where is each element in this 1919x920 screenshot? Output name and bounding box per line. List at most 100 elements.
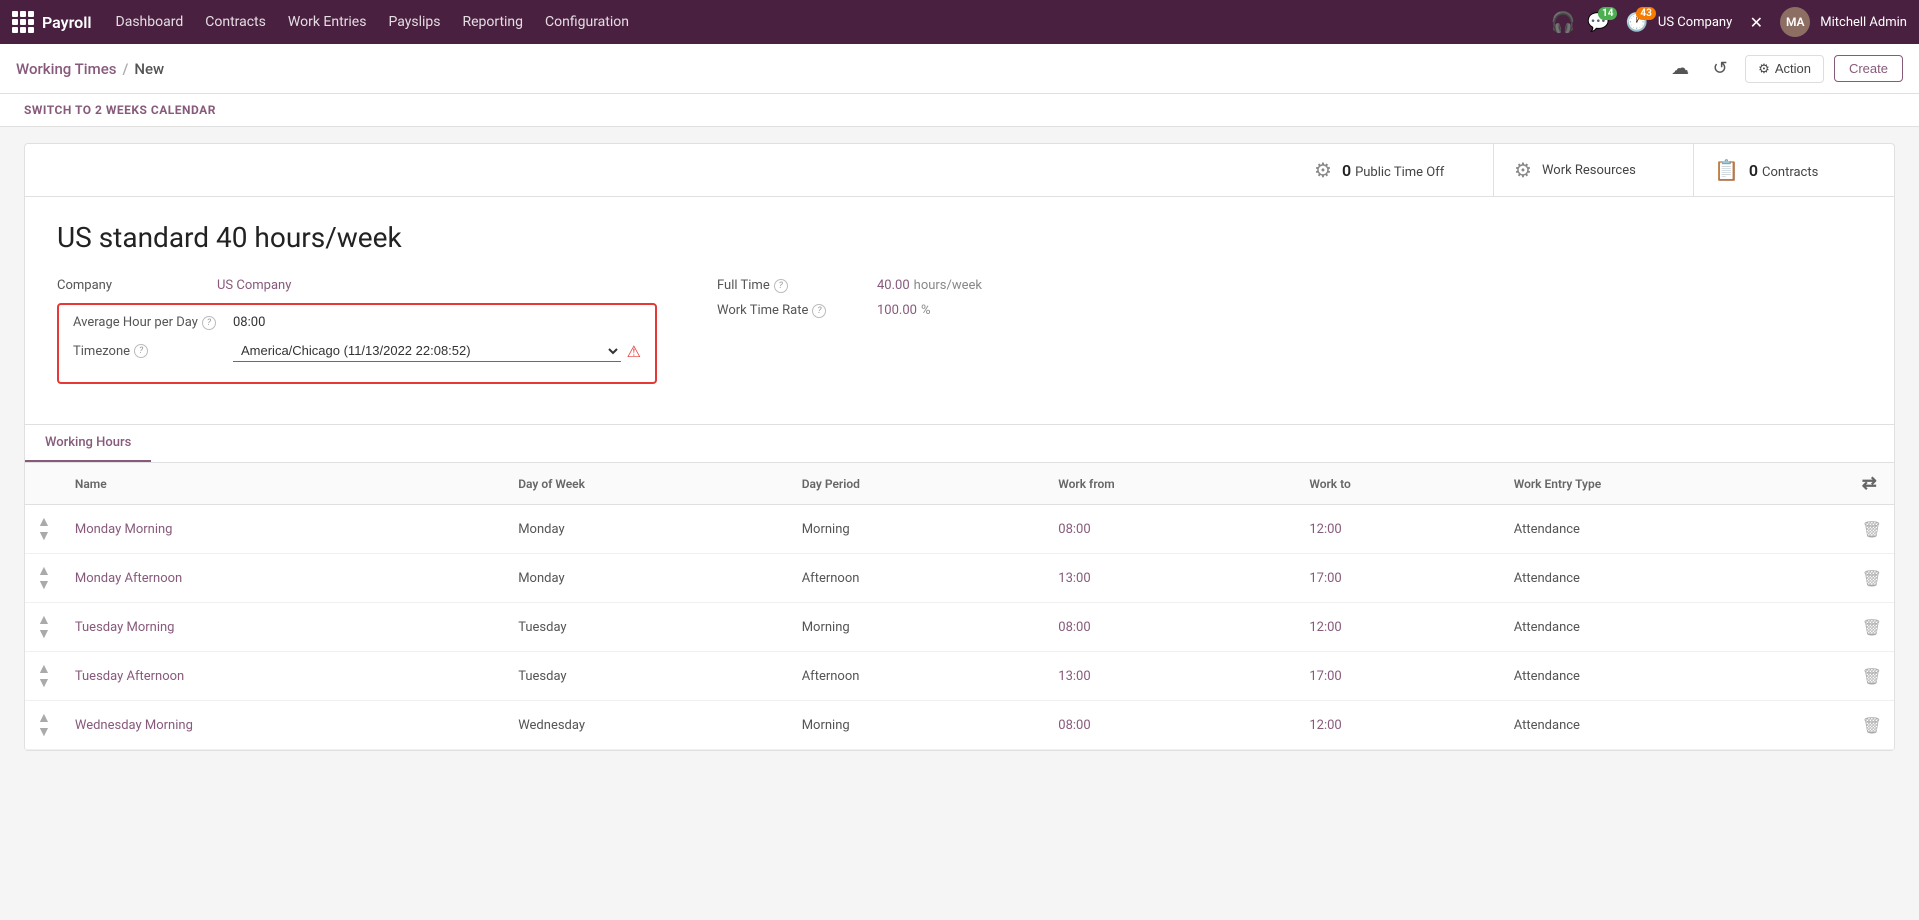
user-name[interactable]: Mitchell Admin (1820, 15, 1907, 30)
row-from[interactable]: 08:00 (1046, 505, 1297, 554)
fulltime-help-icon[interactable]: ? (774, 279, 788, 293)
row-name[interactable]: Wednesday Morning (63, 701, 506, 750)
delete-icon[interactable]: 🗑 (1862, 569, 1882, 588)
company-label: Company (57, 278, 217, 293)
table-container: Name Day of Week Day Period Work from Wo… (25, 463, 1894, 750)
menu-reporting[interactable]: Reporting (452, 8, 533, 36)
row-period: Afternoon (790, 652, 1047, 701)
sort-handle[interactable]: ▲▼ (25, 701, 63, 750)
activity-button[interactable]: 🕐 43 (1625, 12, 1647, 33)
menu-payslips[interactable]: Payslips (378, 8, 450, 36)
stat-text-3: 0 Contracts (1749, 161, 1818, 180)
row-to[interactable]: 12:00 (1297, 603, 1501, 652)
row-name[interactable]: Tuesday Afternoon (63, 652, 506, 701)
row-to[interactable]: 12:00 (1297, 505, 1501, 554)
breadcrumb-parent[interactable]: Working Times (16, 60, 116, 78)
breadcrumb-separator: / (122, 60, 128, 78)
menu-dashboard[interactable]: Dashboard (106, 8, 194, 36)
menu-work-entries[interactable]: Work Entries (278, 8, 377, 36)
row-delete-cell: 🗑 (1850, 554, 1894, 603)
row-from[interactable]: 13:00 (1046, 652, 1297, 701)
tab-working-hours[interactable]: Working Hours (25, 425, 151, 462)
table-header-row: Name Day of Week Day Period Work from Wo… (25, 463, 1894, 505)
table-row: ▲▼ Wednesday Morning Wednesday Morning 0… (25, 701, 1894, 750)
cloud-save-icon[interactable]: ☁ (1665, 54, 1695, 84)
row-from[interactable]: 08:00 (1046, 603, 1297, 652)
tools-icon[interactable]: ✕ (1742, 8, 1770, 36)
timezone-help-icon[interactable]: ? (134, 344, 148, 358)
col-sort-header (25, 463, 63, 505)
row-day: Tuesday (506, 603, 790, 652)
delete-icon[interactable]: 🗑 (1862, 520, 1882, 539)
worktime-field-row: Work Time Rate ? 100.00 % (717, 303, 1862, 318)
row-name[interactable]: Monday Morning (63, 505, 506, 554)
row-entry-type: Attendance (1502, 505, 1850, 554)
sort-handle[interactable]: ▲▼ (25, 652, 63, 701)
chat-button[interactable]: 💬 14 (1587, 12, 1609, 33)
row-day: Monday (506, 554, 790, 603)
breadcrumb-current: New (134, 60, 164, 78)
table-settings-icon[interactable]: ⇄ (1862, 473, 1877, 494)
avg-hour-help-icon[interactable]: ? (202, 316, 216, 330)
tabs-row: Working Hours (25, 425, 1894, 463)
sort-handle[interactable]: ▲▼ (25, 505, 63, 554)
stat-number-1: 0 Public Time Off (1342, 161, 1444, 180)
avg-hour-value[interactable]: 08:00 (233, 315, 641, 330)
company-selector[interactable]: US Company (1658, 15, 1732, 30)
worktime-value[interactable]: 100.00 (877, 303, 917, 318)
sort-handle[interactable]: ▲▼ (25, 603, 63, 652)
sort-handle[interactable]: ▲▼ (25, 554, 63, 603)
row-name[interactable]: Tuesday Morning (63, 603, 506, 652)
row-name[interactable]: Monday Afternoon (63, 554, 506, 603)
stat-gear-icon-1: ⚙ (1314, 158, 1332, 182)
brand-name[interactable]: Payroll (42, 13, 92, 32)
row-entry-type: Attendance (1502, 603, 1850, 652)
row-from[interactable]: 13:00 (1046, 554, 1297, 603)
delete-icon[interactable]: 🗑 (1862, 667, 1882, 686)
avatar[interactable]: MA (1780, 7, 1810, 37)
row-day: Wednesday (506, 701, 790, 750)
stat-contracts[interactable]: 📋 0 Contracts (1694, 144, 1894, 196)
table-row: ▲▼ Monday Afternoon Monday Afternoon 13:… (25, 554, 1894, 603)
topnav-right: 🎧 💬 14 🕐 43 US Company ✕ MA Mitchell Adm… (1549, 7, 1907, 37)
form-section: US standard 40 hours/week Company US Com… (25, 197, 1894, 424)
col-name-header: Name (63, 463, 506, 505)
highlight-box: Average Hour per Day ? 08:00 Timezone ? (57, 303, 657, 384)
row-delete-cell: 🗑 (1850, 701, 1894, 750)
row-day: Monday (506, 505, 790, 554)
stat-label-2: Work Resources (1542, 163, 1636, 178)
menu-configuration[interactable]: Configuration (535, 8, 639, 36)
menu-contracts[interactable]: Contracts (195, 8, 276, 36)
stat-book-icon: 📋 (1714, 158, 1739, 182)
row-delete-cell: 🗑 (1850, 603, 1894, 652)
company-field-row: Company US Company (57, 278, 657, 293)
working-hours-table: Name Day of Week Day Period Work from Wo… (25, 463, 1894, 750)
top-menu: Dashboard Contracts Work Entries Payslip… (106, 8, 1544, 36)
switch-calendar-link[interactable]: SWITCH TO 2 WEEKS CALENDAR (24, 103, 216, 117)
delete-icon[interactable]: 🗑 (1862, 618, 1882, 637)
fulltime-value[interactable]: 40.00 (877, 278, 910, 293)
action-button[interactable]: ⚙ Action (1745, 55, 1824, 83)
app-grid-icon[interactable] (12, 11, 34, 33)
delete-icon[interactable]: 🗑 (1862, 716, 1882, 735)
stat-public-time-off[interactable]: ⚙ 0 Public Time Off (1294, 144, 1494, 196)
brand-section[interactable]: Payroll (12, 11, 92, 33)
row-to[interactable]: 17:00 (1297, 554, 1501, 603)
secondary-bar: Working Times / New ☁ ↺ ⚙ Action Create (0, 44, 1919, 94)
col-dayperiod-header: Day Period (790, 463, 1047, 505)
create-button[interactable]: Create (1834, 55, 1903, 82)
timezone-select[interactable]: America/Chicago (11/13/2022 22:08:52) (233, 340, 621, 362)
refresh-icon[interactable]: ↺ (1705, 54, 1735, 84)
row-to[interactable]: 12:00 (1297, 701, 1501, 750)
stat-work-resources[interactable]: ⚙ Work Resources (1494, 144, 1694, 196)
company-value[interactable]: US Company (217, 278, 657, 293)
timezone-warning-icon: ⚠ (627, 342, 641, 361)
fulltime-field-row: Full Time ? 40.00 hours/week (717, 278, 1862, 293)
timezone-select-row: America/Chicago (11/13/2022 22:08:52) ⚠ (233, 340, 641, 362)
row-to[interactable]: 17:00 (1297, 652, 1501, 701)
worktime-unit: % (921, 303, 931, 318)
row-from[interactable]: 08:00 (1046, 701, 1297, 750)
support-icon[interactable]: 🎧 (1549, 8, 1577, 36)
chat-badge: 14 (1598, 7, 1617, 20)
worktime-help-icon[interactable]: ? (812, 304, 826, 318)
